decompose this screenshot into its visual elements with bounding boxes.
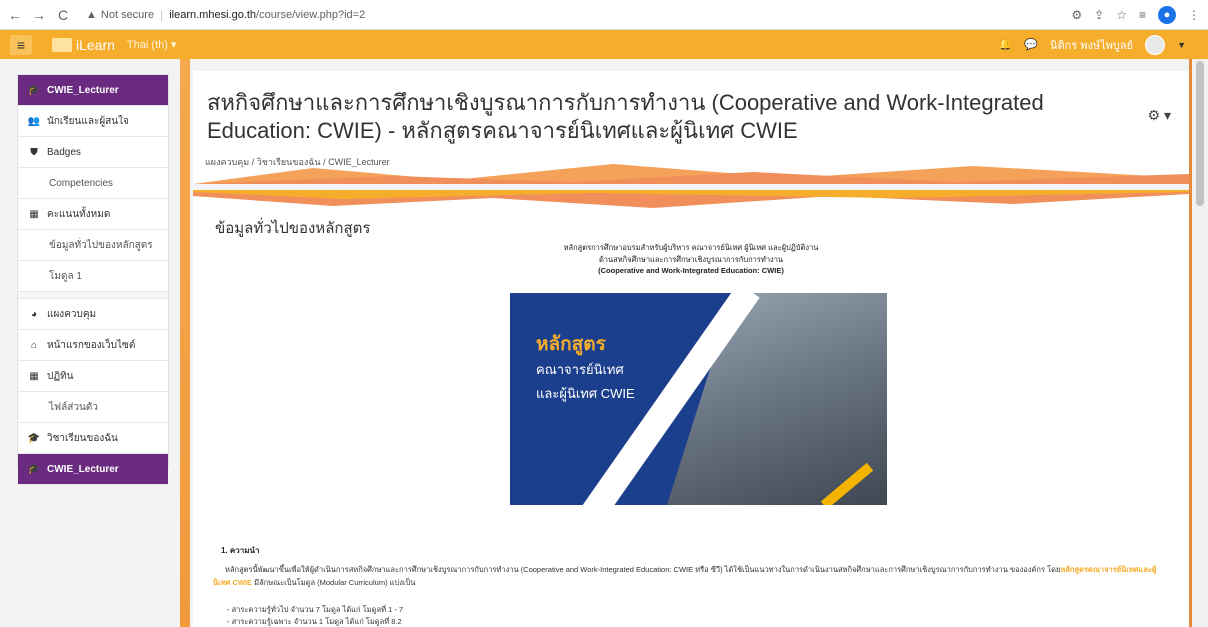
drawer-item-label: CWIE_Lecturer — [47, 463, 119, 475]
drawer-item-participants[interactable]: 👥 นักเรียนและผู้สนใจ — [18, 106, 168, 137]
nav-drawer: 🎓 CWIE_Lecturer 👥 นักเรียนและผู้สนใจ ⛊ B… — [17, 74, 169, 485]
list-item: - สาระความรู้เฉพาะ จำนวน 1 โมดูล ได้แก่ … — [227, 617, 402, 626]
drawer-item-private-files[interactable]: ไฟล์ส่วนตัว — [18, 392, 168, 423]
content-wave-decoration — [193, 190, 1189, 208]
principle-paragraph: หลักสูตรนี้พัฒนาขึ้นเพื่อให้ผู้ดำเนินการ… — [213, 563, 1173, 589]
url-separator: | — [160, 7, 164, 22]
drawer-item-label: ไฟล์ส่วนตัว — [49, 401, 98, 413]
paragraph-text: มีลักษณะเป็นโมดูล (Modular Curriculum) แ… — [252, 578, 416, 587]
avatar[interactable] — [1145, 34, 1166, 55]
chevron-down-icon[interactable]: ▼ — [1177, 40, 1186, 50]
drawer-item-calendar[interactable]: ▦ ปฏิทิน — [18, 361, 168, 392]
drawer-item-label: ข้อมูลทั่วไปของหลักสูตร — [49, 239, 153, 251]
intro-line: (Cooperative and Work-Integrated Educati… — [598, 266, 784, 275]
back-icon[interactable]: ← — [6, 6, 24, 24]
browser-actions: ⚙ ⇪ ☆ ≡ ● ⋮ — [1071, 5, 1200, 24]
section-title: ข้อมูลทั่วไปของหลักสูตร — [215, 220, 371, 237]
users-icon: 👥 — [27, 115, 41, 127]
page-title: สหกิจศึกษาและการศึกษาเชิงบูรณาการกับการท… — [207, 90, 1044, 143]
drawer-item-module-1[interactable]: โมดูล 1 — [18, 261, 168, 292]
breadcrumb-item-my-courses[interactable]: วิชาเรียนของฉัน — [257, 157, 321, 167]
drawer-divider — [18, 292, 168, 299]
site-navbar: ≡ iLearn Thai (th) ▾ 🔔 💬 นิติกร พงษ์ไพบู… — [0, 30, 1208, 59]
share-icon[interactable]: ⇪ — [1094, 8, 1104, 22]
shield-icon: ⛊ — [30, 146, 38, 158]
messages-icon[interactable]: 💬 — [1024, 38, 1038, 51]
browser-toolbar: ← → C ▲ Not secure | ilearn.mhesi.go.th … — [0, 0, 1208, 30]
bookmark-star-icon[interactable]: ☆ — [1116, 8, 1127, 22]
paragraph-text: หลักสูตรนี้พัฒนาขึ้นเพื่อให้ผู้ดำเนินการ… — [225, 565, 1061, 574]
menu-kebab-icon[interactable]: ⋮ — [1188, 8, 1200, 22]
forward-icon[interactable]: → — [30, 6, 48, 24]
intro-line: หลักสูตรการศึกษาอบรมสำหรับผู้บริหาร คณาจ… — [563, 243, 819, 252]
translate-icon[interactable]: ⚙ — [1071, 8, 1082, 22]
graduation-cap-icon: 🎓 — [27, 463, 41, 475]
intro-line: ด้านสหกิจศึกษาและการศึกษาเชิงบูรณาการกับ… — [598, 254, 784, 264]
banner-title: หลักสูตร — [536, 334, 606, 355]
course-intro: หลักสูตรการศึกษาอบรมสำหรับผู้บริหาร คณาจ… — [193, 242, 1189, 277]
decorative-stripe-left — [180, 59, 190, 627]
table-icon: ▦ — [29, 208, 39, 220]
user-area: 🔔 💬 นิติกร พงษ์ไพบูลย์ ▼ — [999, 34, 1186, 55]
notification-bell-icon[interactable]: 🔔 — [999, 38, 1013, 51]
breadcrumb-item-dashboard[interactable]: แผงควบคุม — [205, 157, 249, 167]
warning-icon[interactable]: ▲ — [86, 9, 97, 21]
breadcrumb-item-course[interactable]: CWIE_Lecturer — [328, 157, 390, 167]
drawer-item-dashboard[interactable]: ◕ แผงควบคุม — [18, 299, 168, 330]
drawer-item-grades[interactable]: ▦ คะแนนทั้งหมด — [18, 199, 168, 230]
address-bar-path[interactable]: /course/view.php?id=2 — [256, 9, 365, 21]
drawer-item-site-home[interactable]: ⌂ หน้าแรกของเว็บไซต์ — [18, 330, 168, 361]
drawer-item-label: CWIE_Lecturer — [47, 84, 119, 96]
reading-list-icon[interactable]: ≡ — [1139, 8, 1146, 22]
drawer-item-label: แผงควบคุม — [47, 308, 97, 320]
page-header: สหกิจศึกษาและการศึกษาเชิงบูรณาการกับการท… — [193, 71, 1189, 184]
security-label[interactable]: Not secure — [101, 9, 154, 21]
menu-toggle-icon[interactable]: ≡ — [10, 34, 32, 55]
drawer-item-my-courses[interactable]: 🎓 วิชาเรียนของฉัน — [18, 423, 168, 454]
scrollbar-thumb[interactable] — [1196, 61, 1204, 206]
address-bar-host[interactable]: ilearn.mhesi.go.th — [169, 9, 256, 21]
reload-icon[interactable]: C — [54, 6, 72, 24]
graduation-cap-icon: 🎓 — [27, 432, 41, 444]
course-banner-image: หลักสูตร คณาจารย์นิเทศ และผู้นิเทศ CWIE — [510, 293, 887, 505]
drawer-item-label: นักเรียนและผู้สนใจ — [47, 115, 129, 127]
page-scrollbar[interactable] — [1192, 59, 1208, 627]
site-name[interactable]: iLearn — [76, 37, 115, 53]
banner-subtitle: และผู้นิเทศ CWIE — [536, 386, 635, 401]
calendar-icon: ▦ — [29, 370, 39, 382]
drawer-item-label: วิชาเรียนของฉัน — [47, 432, 118, 444]
dashboard-icon: ◕ — [30, 308, 38, 320]
site-logo[interactable] — [52, 37, 72, 52]
drawer-item-current-course[interactable]: 🎓 CWIE_Lecturer — [18, 454, 168, 485]
drawer-item-label: หน้าแรกของเว็บไซต์ — [47, 339, 136, 351]
drawer-item-label: Competencies — [49, 177, 113, 189]
user-name[interactable]: นิติกร พงษ์ไพบูลย์ — [1050, 36, 1133, 54]
course-content: ข้อมูลทั่วไปของหลักสูตร หลักสูตรการศึกษา… — [193, 190, 1189, 627]
banner-subtitle: คณาจารย์นิเทศ — [536, 362, 624, 377]
drawer-item-course[interactable]: 🎓 CWIE_Lecturer — [18, 75, 168, 106]
list-item: - สาระความรู้ทั่วไป จำนวน 7 โมดูล ได้แก่… — [227, 605, 404, 614]
breadcrumb: แผงควบคุม / วิชาเรียนของฉัน / CWIE_Lectu… — [205, 155, 390, 169]
graduation-cap-icon: 🎓 — [27, 84, 41, 96]
home-icon: ⌂ — [30, 339, 38, 351]
drawer-item-badges[interactable]: ⛊ Badges — [18, 137, 168, 168]
drawer-item-label: คะแนนทั้งหมด — [47, 208, 111, 220]
profile-icon[interactable]: ● — [1158, 5, 1176, 24]
drawer-item-label: โมดูล 1 — [49, 270, 82, 282]
gear-icon[interactable]: ⚙ ▾ — [1148, 107, 1171, 124]
drawer-item-label: ปฏิทิน — [47, 370, 74, 382]
drawer-item-general-info[interactable]: ข้อมูลทั่วไปของหลักสูตร — [18, 230, 168, 261]
drawer-item-competencies[interactable]: Competencies — [18, 168, 168, 199]
language-menu[interactable]: Thai (th) ▾ — [127, 38, 177, 51]
drawer-item-label: Badges — [47, 146, 81, 158]
principle-heading: 1. ความนำ — [221, 546, 260, 555]
